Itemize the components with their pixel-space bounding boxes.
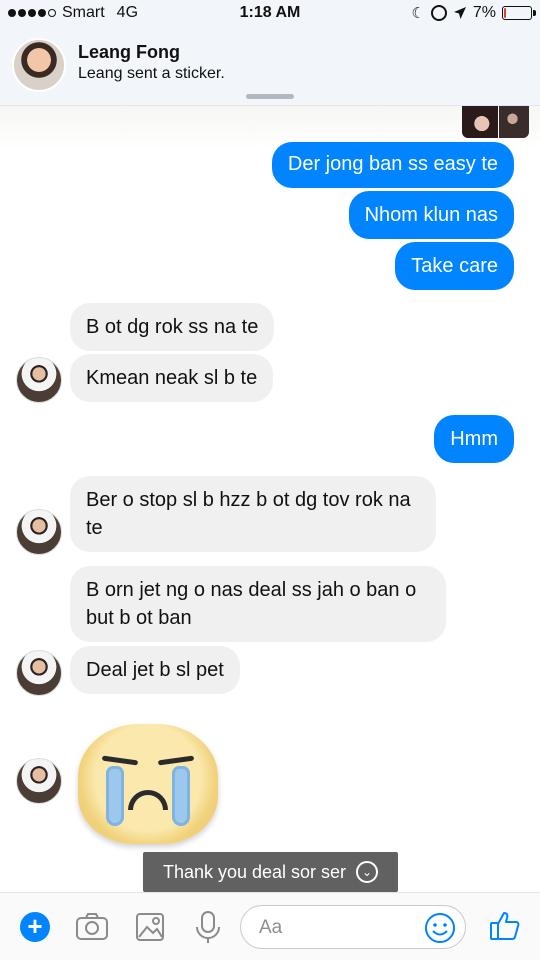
- banner-drag-handle[interactable]: [246, 94, 294, 99]
- message-bubble-received[interactable]: Deal jet b sl pet: [70, 646, 240, 694]
- message-composer: + Aa: [0, 892, 540, 960]
- plus-icon[interactable]: +: [20, 912, 50, 942]
- contact-avatar[interactable]: [16, 758, 62, 804]
- message-bubble-sent[interactable]: Take care: [395, 242, 514, 290]
- message-bubble-sent[interactable]: Der jong ban ss easy te: [271, 142, 514, 188]
- message-bubble-sent[interactable]: Nhom klun nas: [348, 191, 514, 239]
- microphone-icon[interactable]: [190, 909, 226, 945]
- crying-face-sticker[interactable]: [78, 724, 218, 844]
- moon-icon: ☾: [411, 5, 425, 22]
- message-bubble-received[interactable]: Ber o stop sl b hzz b ot dg tov rok na t…: [70, 476, 436, 552]
- notification-title: Leang Fong: [78, 42, 180, 62]
- message-bubble-received[interactable]: B ot dg rok ss na te: [70, 303, 275, 351]
- status-bar: Smart 4G 1:18 AM ☾ 7%: [0, 0, 540, 28]
- message-bubble-received[interactable]: Kmean neak sl b te: [70, 354, 274, 402]
- shared-photo-thumbnail[interactable]: [462, 106, 498, 138]
- contact-avatar[interactable]: [16, 357, 62, 403]
- new-message-toast[interactable]: Thank you deal sor ser ⌄: [143, 852, 398, 892]
- image-icon[interactable]: [132, 909, 168, 945]
- status-right: ☾ 7%: [411, 4, 536, 22]
- message-bubble-sent[interactable]: Hmm: [434, 415, 514, 463]
- message-input-placeholder: Aa: [259, 917, 283, 938]
- contact-avatar[interactable]: [16, 509, 62, 555]
- chevron-down-circle-icon[interactable]: ⌄: [356, 861, 379, 883]
- notification-message: Leang sent a sticker.: [78, 65, 225, 82]
- message-bubble-received[interactable]: B orn jet ng o nas deal ss jah o ban o b…: [70, 566, 446, 642]
- contact-avatar[interactable]: [16, 650, 62, 696]
- notification-banner[interactable]: Leang Fong Leang sent a sticker.: [0, 28, 540, 106]
- location-arrow-icon: [453, 7, 466, 19]
- rotation-lock-icon: [430, 5, 447, 21]
- battery-percent: 7%: [472, 4, 496, 21]
- battery-icon: [502, 6, 536, 20]
- notification-avatar: [12, 38, 66, 92]
- camera-icon[interactable]: [74, 909, 110, 945]
- smiley-icon[interactable]: [423, 911, 457, 945]
- thumbs-up-icon[interactable]: [488, 909, 522, 943]
- message-input[interactable]: Aa: [240, 905, 466, 949]
- toast-text: Thank you deal sor ser: [162, 861, 347, 882]
- shared-photo-thumbnail[interactable]: [499, 106, 529, 138]
